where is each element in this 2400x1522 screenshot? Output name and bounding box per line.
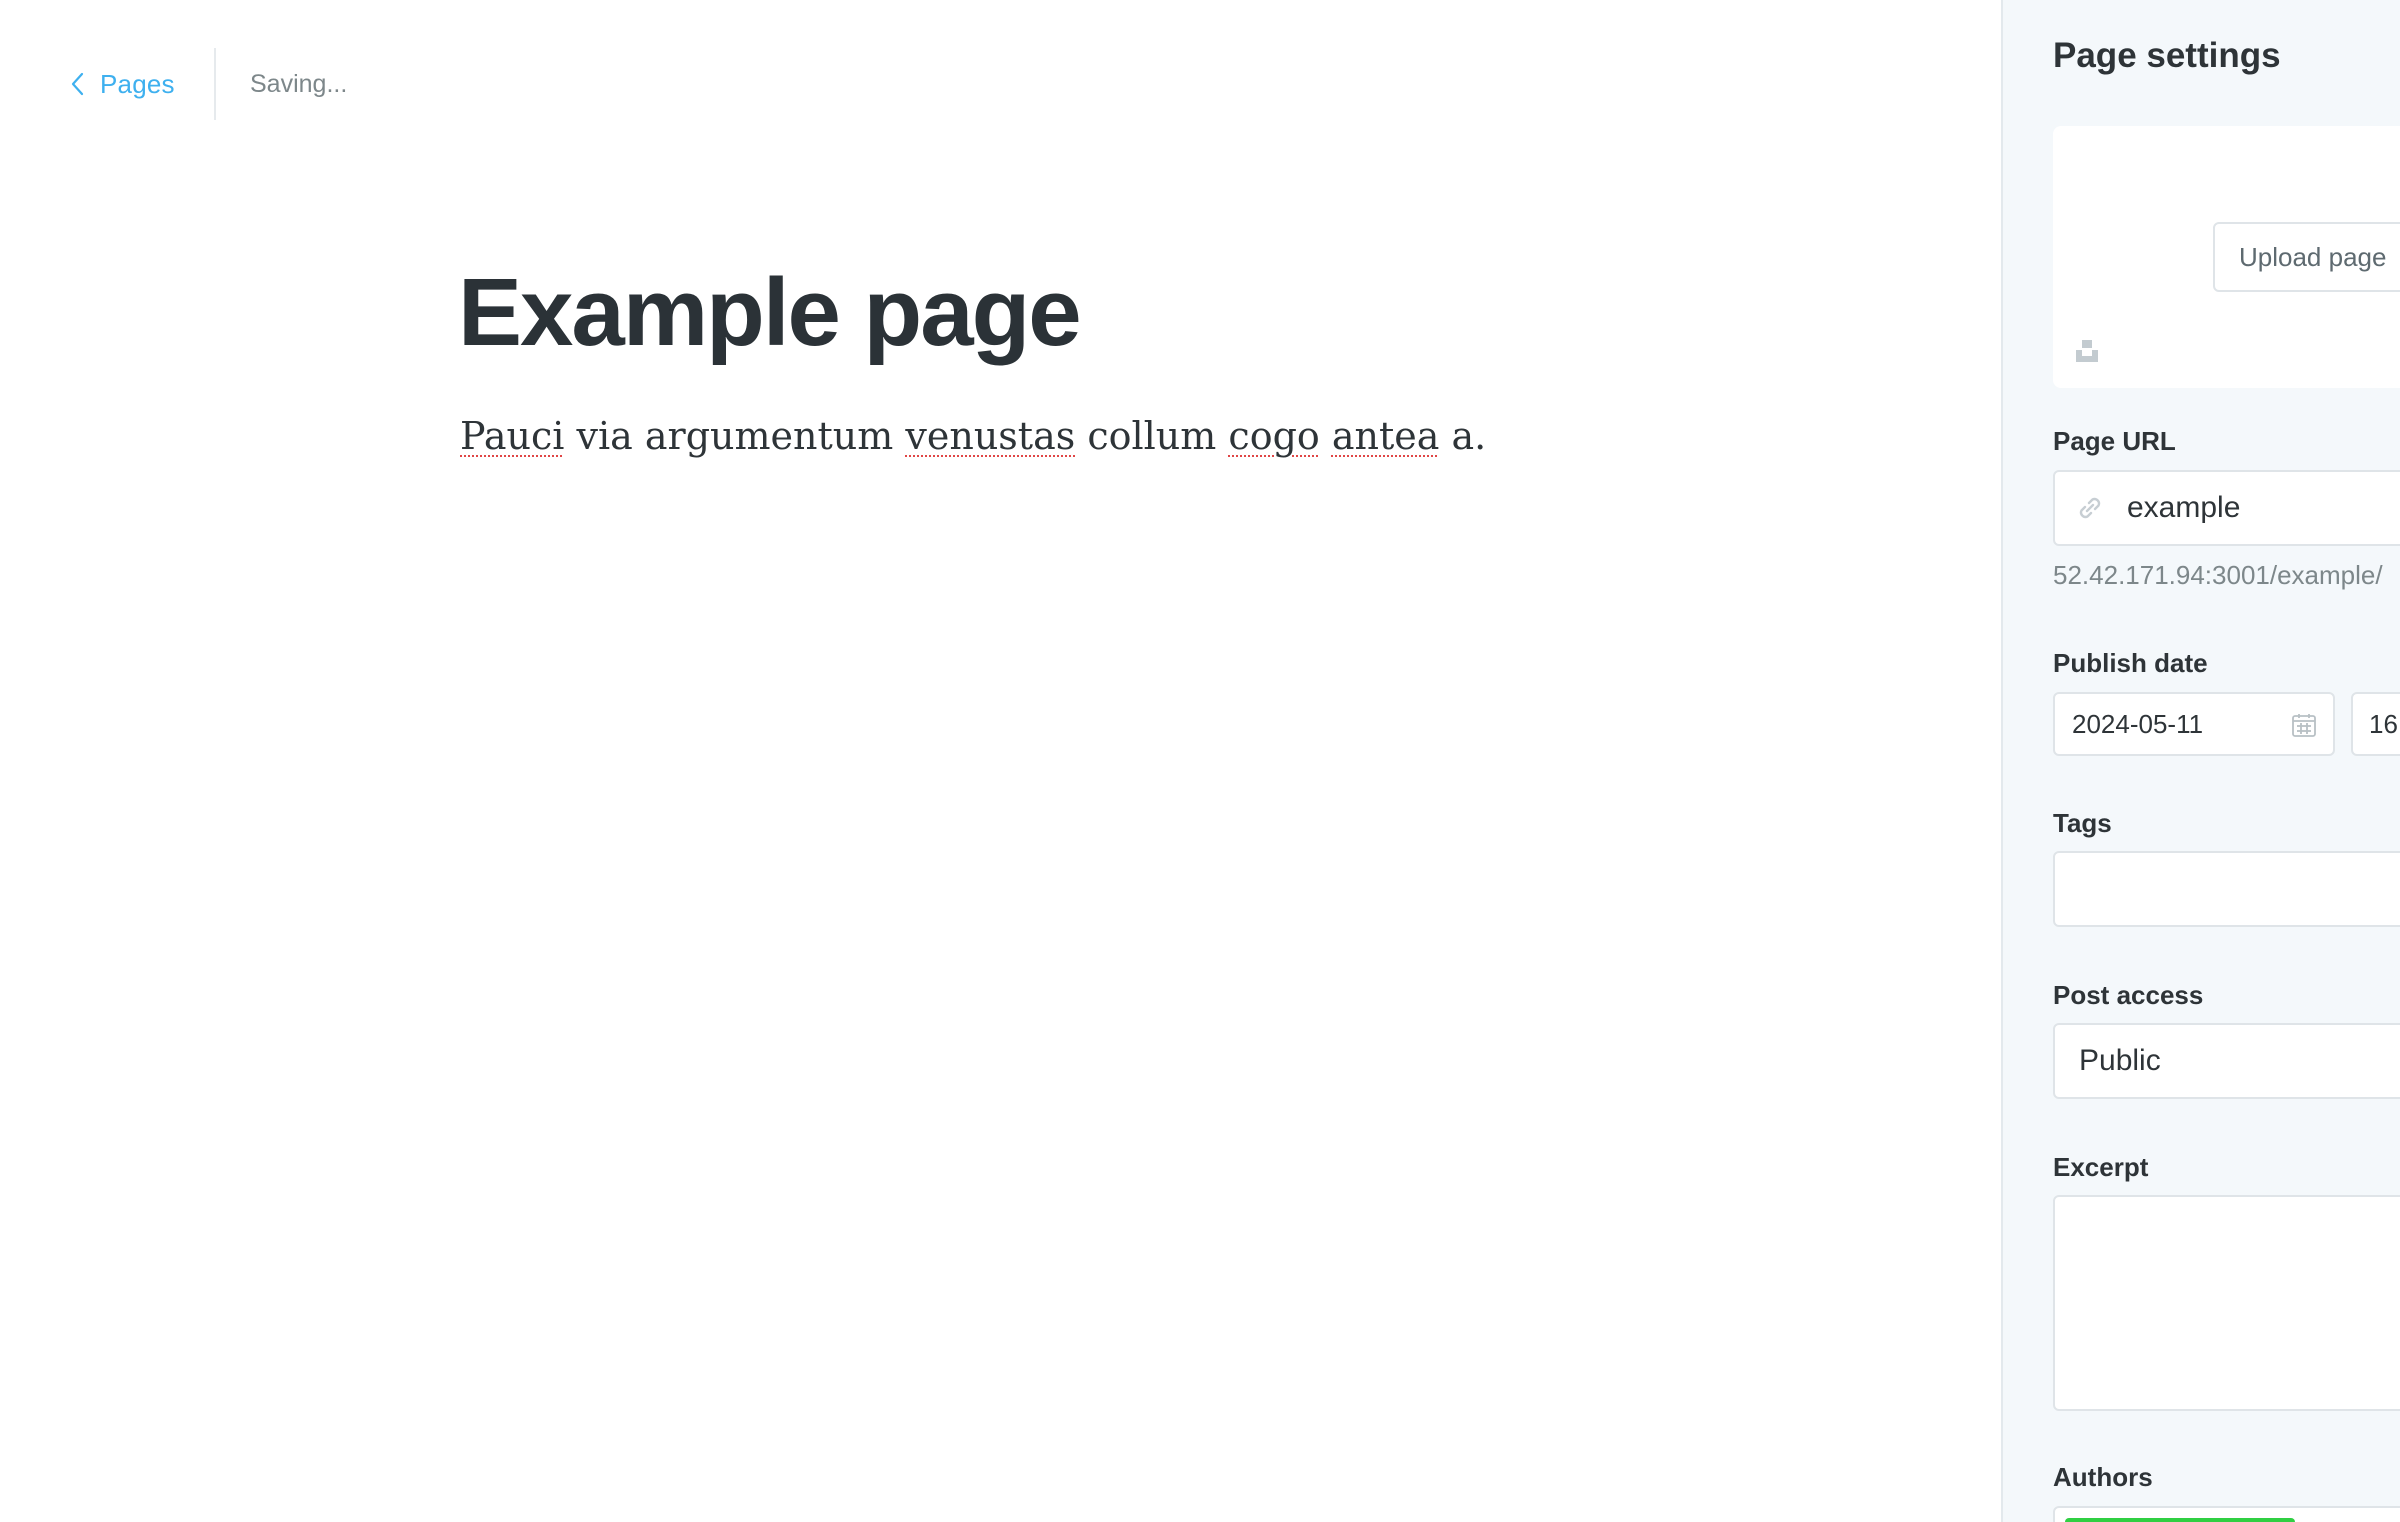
authors-input[interactable] — [2053, 1506, 2400, 1522]
page-body-editor[interactable]: Pauci via argumentum venustas collum cog… — [460, 410, 1486, 463]
body-word: cogo — [1228, 414, 1320, 458]
post-access-select[interactable]: Public — [2053, 1023, 2400, 1099]
post-access-label: Post access — [2053, 980, 2204, 1010]
upload-image-button[interactable]: Upload page — [2213, 222, 2400, 292]
link-icon — [2079, 497, 2101, 519]
save-status: Saving... — [250, 69, 348, 98]
chevron-left-icon — [71, 72, 84, 96]
publish-time-input[interactable]: 16: — [2351, 692, 2400, 756]
page-settings-panel: Page settings Upload page Page URL examp… — [2001, 0, 2400, 1522]
body-word: Pauci — [460, 414, 565, 458]
unsplash-icon[interactable] — [2073, 336, 2101, 364]
url-value: example — [2127, 491, 2241, 524]
body-word: argumentum — [644, 414, 894, 458]
url-preview: 52.42.171.94:3001/example/ — [2053, 560, 2383, 590]
back-to-pages-link[interactable]: Pages — [68, 48, 175, 120]
body-word: via — [576, 414, 633, 458]
back-label: Pages — [100, 68, 175, 99]
excerpt-textarea[interactable] — [2053, 1195, 2400, 1411]
body-word: a. — [1451, 414, 1487, 458]
url-label: Page URL — [2053, 426, 2176, 456]
publish-date-value: 2024-05-11 — [2072, 708, 2204, 739]
excerpt-label: Excerpt — [2053, 1152, 2149, 1182]
url-field[interactable]: example — [2053, 470, 2400, 546]
tags-input[interactable] — [2053, 851, 2400, 927]
topbar-divider — [214, 48, 216, 120]
page-title-field[interactable]: Example page — [458, 260, 1082, 366]
feature-image-box[interactable]: Upload page — [2053, 126, 2400, 388]
body-word: venustas — [905, 414, 1076, 458]
settings-title: Page settings — [2053, 36, 2281, 75]
body-word: collum — [1087, 414, 1217, 458]
publish-date-label: Publish date — [2053, 648, 2208, 678]
author-chip[interactable] — [2065, 1518, 2295, 1522]
publish-date-input[interactable]: 2024-05-11 — [2053, 692, 2335, 756]
authors-label: Authors — [2053, 1462, 2153, 1492]
post-access-value: Public — [2079, 1044, 2161, 1077]
editor-area: Pages Saving... Example page Pauci via a… — [0, 0, 2001, 1522]
body-word: antea — [1331, 414, 1440, 458]
calendar-icon[interactable] — [2291, 712, 2317, 738]
tags-label: Tags — [2053, 808, 2112, 838]
